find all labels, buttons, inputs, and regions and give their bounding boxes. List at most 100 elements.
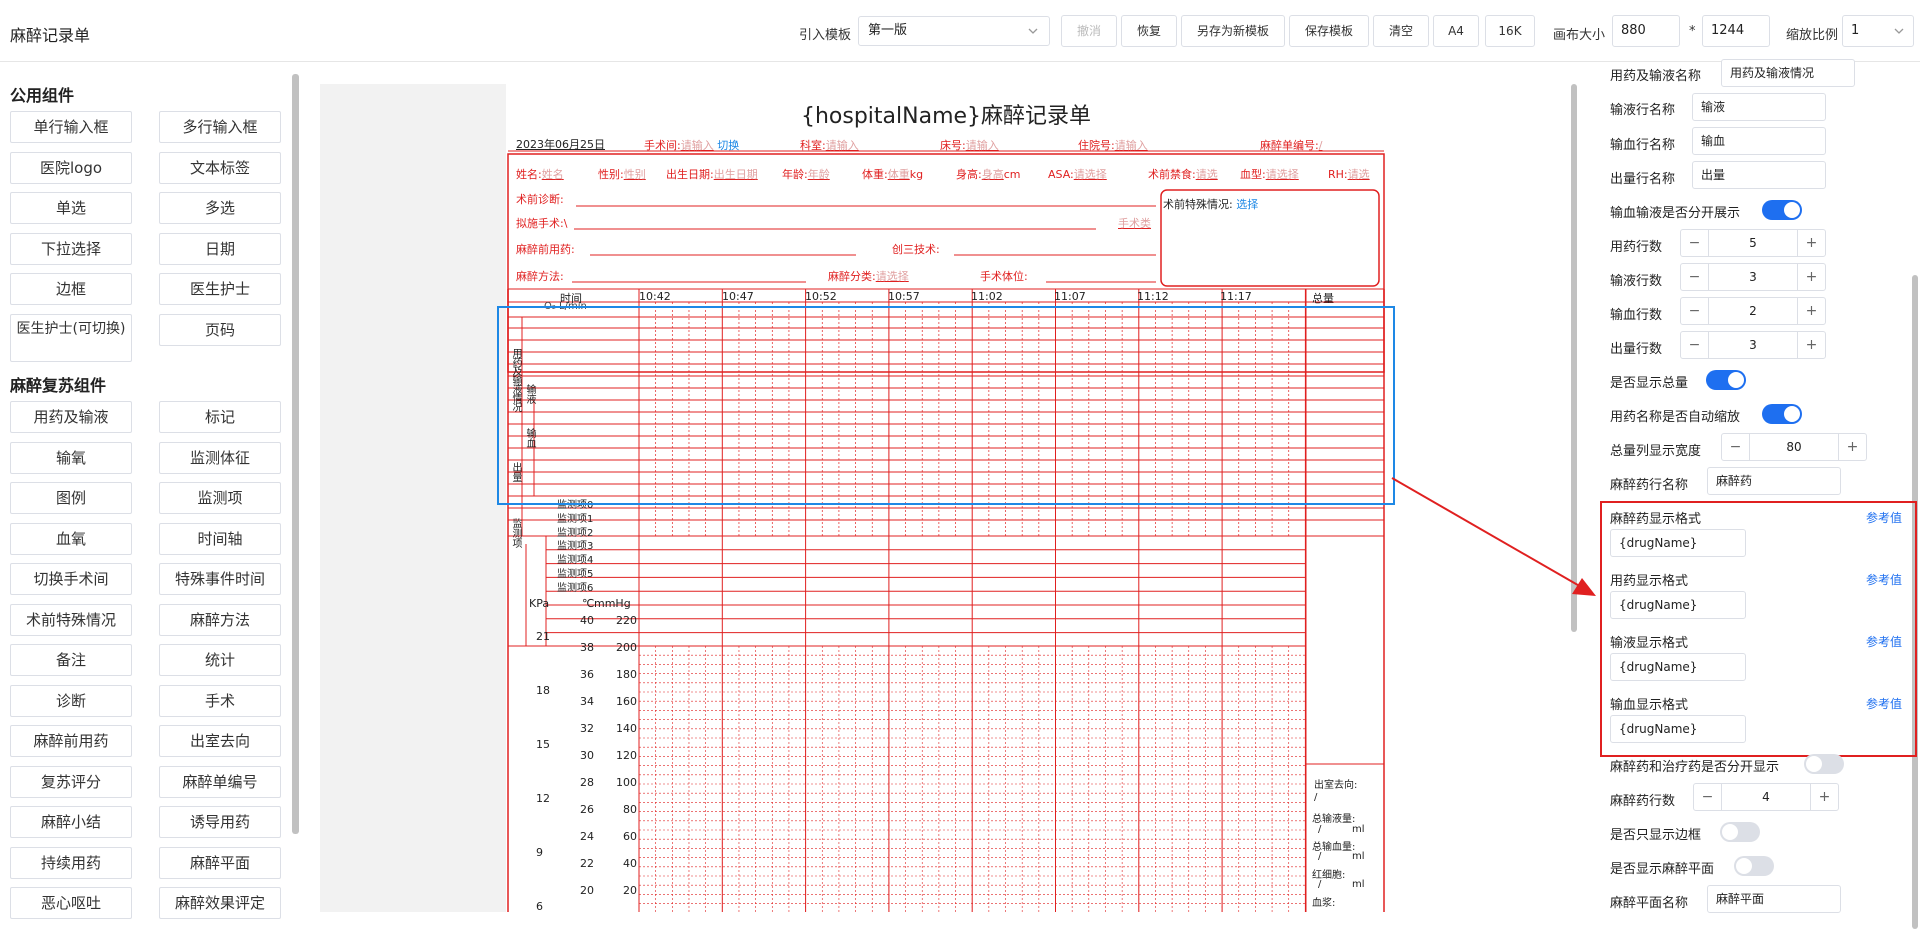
common-component-button-1[interactable]: 多行输入框 [159, 111, 281, 143]
infusion-format-input[interactable]: {drugName} [1610, 653, 1746, 681]
stepper-value[interactable]: 3 [1709, 264, 1797, 290]
anes-separate-toggle[interactable] [1804, 754, 1844, 774]
anesthesia-component-button-7[interactable]: 时间轴 [159, 522, 281, 555]
undo-button[interactable]: 撤消 [1061, 15, 1117, 47]
clear-button[interactable]: 清空 [1373, 15, 1429, 47]
increment-button[interactable]: + [1797, 264, 1825, 290]
common-component-button-11[interactable]: 页码 [159, 313, 281, 346]
increment-button[interactable]: + [1797, 332, 1825, 358]
common-component-button-8[interactable]: 边框 [10, 273, 132, 305]
anes-name-input[interactable]: 麻醉药 [1707, 467, 1841, 495]
selected-component-frame[interactable] [497, 306, 1395, 505]
anes-format-ref-link[interactable]: 参考值 [1866, 509, 1902, 526]
anesthesia-component-button-24[interactable]: 恶心呕吐 [10, 887, 132, 919]
anesthesia-component-button-23[interactable]: 麻醉平面 [159, 846, 281, 879]
common-component-button-2[interactable]: 医院logo [10, 151, 132, 184]
anesthesia-component-button-2[interactable]: 输氧 [10, 441, 132, 474]
anesthesia-component-button-12[interactable]: 备注 [10, 644, 132, 676]
canvas-width-input[interactable]: 880 [1612, 15, 1680, 47]
auto-scale-toggle[interactable] [1762, 404, 1802, 424]
transfusion-name-input[interactable]: 输血 [1692, 127, 1826, 155]
common-component-button-6[interactable]: 下拉选择 [10, 232, 132, 265]
sidebar-scrollbar[interactable] [292, 74, 299, 834]
anesthesia-component-button-9[interactable]: 特殊事件时间 [159, 563, 281, 595]
anesthesia-component-button-6[interactable]: 血氧 [10, 522, 132, 555]
decrement-button[interactable]: − [1722, 434, 1750, 460]
stepper-value[interactable]: 80 [1750, 434, 1838, 460]
anesthesia-component-button-25[interactable]: 麻醉效果评定 [159, 887, 281, 919]
decrement-button[interactable]: − [1681, 264, 1709, 290]
border-only-toggle[interactable] [1720, 822, 1760, 842]
anesthesia-component-button-10[interactable]: 术前特殊情况 [10, 603, 132, 636]
save-template-button[interactable]: 保存模板 [1289, 15, 1369, 47]
infusion-name-input[interactable]: 输液 [1692, 93, 1826, 121]
transfusion-rows-stepper[interactable]: −2 + [1680, 297, 1826, 325]
anesthesia-component-button-13[interactable]: 统计 [159, 644, 281, 676]
common-component-button-9[interactable]: 医生护士 [159, 273, 281, 305]
increment-button[interactable]: + [1797, 298, 1825, 324]
stepper-value[interactable]: 3 [1709, 332, 1797, 358]
anesthesia-component-button-4[interactable]: 图例 [10, 482, 132, 514]
stepper-value[interactable]: 5 [1709, 230, 1797, 256]
common-component-button-3[interactable]: 文本标签 [159, 151, 281, 184]
separate-display-toggle[interactable] [1762, 200, 1802, 220]
show-total-toggle[interactable] [1706, 370, 1746, 390]
restore-button[interactable]: 恢复 [1121, 15, 1177, 47]
anesthesia-component-button-11[interactable]: 麻醉方法 [159, 603, 281, 636]
infusion-rows-stepper[interactable]: −3 + [1680, 263, 1826, 291]
plane-name-input[interactable]: 麻醉平面 [1707, 885, 1841, 913]
anesthesia-component-button-14[interactable]: 诊断 [10, 684, 132, 717]
drug-name-input[interactable]: 用药及输液情况 [1721, 59, 1855, 87]
anesthesia-component-button-22[interactable]: 持续用药 [10, 846, 132, 879]
anes-rows-stepper[interactable]: −4 + [1693, 783, 1839, 811]
output-rows-stepper[interactable]: −3 + [1680, 331, 1826, 359]
decrement-button[interactable]: − [1694, 784, 1722, 810]
drug-format-ref-link[interactable]: 参考值 [1866, 571, 1902, 588]
a4-button[interactable]: A4 [1433, 15, 1479, 47]
stepper-value[interactable]: 4 [1722, 784, 1810, 810]
decrement-button[interactable]: − [1681, 230, 1709, 256]
common-component-button-5[interactable]: 多选 [159, 192, 281, 224]
template-select[interactable]: 第一版 [858, 16, 1050, 46]
stat-rbc-slash[interactable]: / [1318, 879, 1321, 890]
16k-button[interactable]: 16K [1485, 15, 1535, 47]
stat-total-infusion-slash[interactable]: / [1318, 824, 1321, 835]
transfusion-format-ref-link[interactable]: 参考值 [1866, 695, 1902, 712]
anesthesia-component-button-19[interactable]: 麻醉单编号 [159, 765, 281, 798]
stat-exit-value[interactable]: / [1314, 792, 1317, 803]
anes-format-input[interactable]: {drugName} [1610, 529, 1746, 557]
anesthesia-component-button-18[interactable]: 复苏评分 [10, 765, 132, 798]
show-plane-toggle[interactable] [1734, 856, 1774, 876]
common-component-button-7[interactable]: 日期 [159, 232, 281, 265]
anesthesia-component-button-3[interactable]: 监测体征 [159, 441, 281, 474]
anesthesia-component-button-8[interactable]: 切换手术间 [10, 563, 132, 595]
anesthesia-component-button-21[interactable]: 诱导用药 [159, 806, 281, 838]
increment-button[interactable]: + [1797, 230, 1825, 256]
anesthesia-component-button-17[interactable]: 出室去向 [159, 725, 281, 757]
anesthesia-component-button-0[interactable]: 用药及输液 [10, 401, 132, 433]
zoom-select[interactable]: 1 [1842, 15, 1914, 47]
canvas-scrollbar[interactable] [1571, 84, 1577, 632]
common-component-button-0[interactable]: 单行输入框 [10, 111, 132, 143]
decrement-button[interactable]: − [1681, 298, 1709, 324]
total-width-stepper[interactable]: −80 + [1721, 433, 1867, 461]
output-name-input[interactable]: 出量 [1692, 161, 1826, 189]
drug-rows-stepper[interactable]: −5 + [1680, 229, 1826, 257]
drug-format-input[interactable]: {drugName} [1610, 591, 1746, 619]
anesthesia-component-button-20[interactable]: 麻醉小结 [10, 806, 132, 838]
stepper-value[interactable]: 2 [1709, 298, 1797, 324]
anesthesia-component-button-15[interactable]: 手术 [159, 684, 281, 717]
increment-button[interactable]: + [1810, 784, 1838, 810]
common-component-button-4[interactable]: 单选 [10, 192, 132, 224]
decrement-button[interactable]: − [1681, 332, 1709, 358]
canvas-height-input[interactable]: 1244 [1702, 15, 1770, 47]
anesthesia-component-button-16[interactable]: 麻醉前用药 [10, 725, 132, 757]
anesthesia-component-button-5[interactable]: 监测项 [159, 482, 281, 514]
anesthesia-component-button-1[interactable]: 标记 [159, 401, 281, 433]
save-as-template-button[interactable]: 另存为新模板 [1181, 15, 1285, 47]
infusion-format-ref-link[interactable]: 参考值 [1866, 633, 1902, 650]
increment-button[interactable]: + [1838, 434, 1866, 460]
stat-total-blood-slash[interactable]: / [1318, 851, 1321, 862]
transfusion-format-input[interactable]: {drugName} [1610, 715, 1746, 743]
common-component-button-10[interactable]: 医生护士(可切换) [10, 313, 132, 362]
